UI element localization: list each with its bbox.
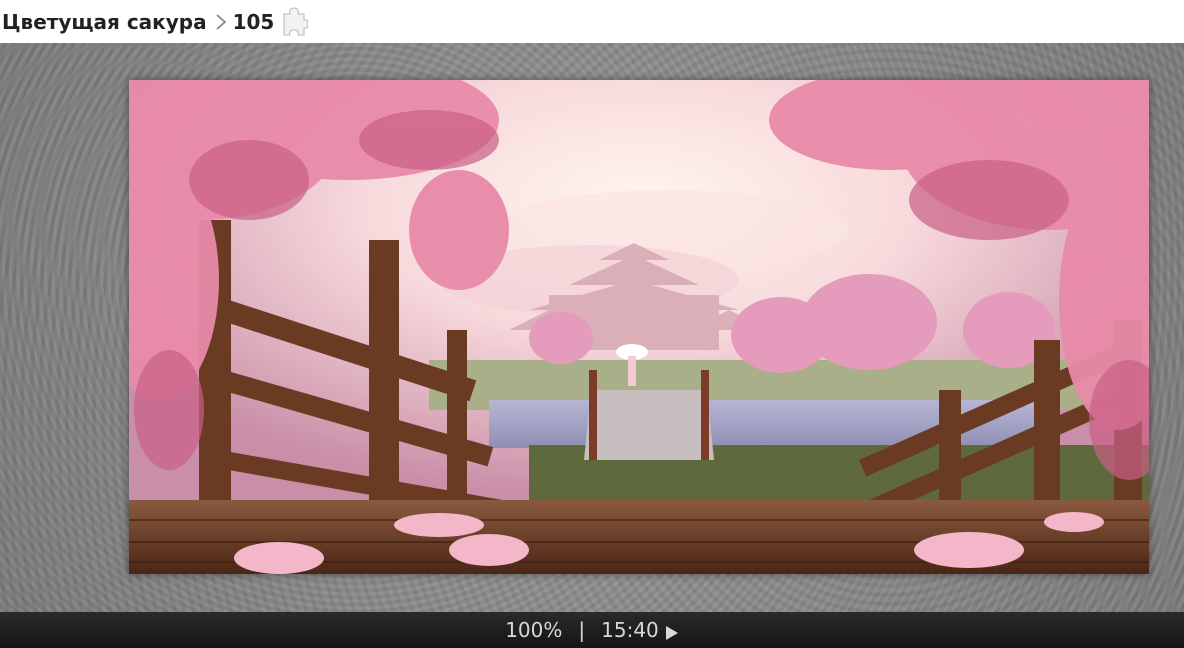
zoom-level[interactable]: 100% bbox=[505, 618, 562, 642]
status-bar: 100% | 15:40 bbox=[0, 612, 1184, 648]
puzzle-image[interactable] bbox=[129, 80, 1149, 574]
breadcrumb-category-link[interactable]: Цветущая сакура bbox=[2, 10, 207, 34]
puzzle-piece-icon[interactable] bbox=[280, 6, 309, 38]
timer: 15:40 bbox=[601, 618, 659, 642]
chevron-right-icon bbox=[213, 12, 229, 32]
status-divider: | bbox=[578, 618, 586, 642]
play-icon[interactable] bbox=[665, 622, 679, 640]
breadcrumb-piece-count: 105 bbox=[232, 9, 275, 34]
header: Цветущая сакура 105 bbox=[0, 0, 1184, 43]
puzzle-board[interactable] bbox=[0, 43, 1184, 612]
